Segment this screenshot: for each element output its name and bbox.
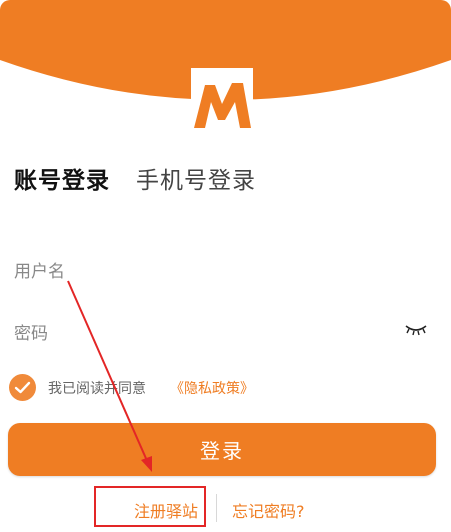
- agree-text: 我已阅读并同意: [48, 381, 146, 397]
- link-divider: [216, 494, 217, 522]
- tab-phone-login[interactable]: 手机号登录: [136, 161, 256, 195]
- username-input[interactable]: 用户名: [14, 257, 434, 291]
- register-link[interactable]: 注册驿站: [134, 498, 198, 522]
- tab-account-login[interactable]: 账号登录: [14, 161, 110, 195]
- app-logo: [191, 68, 253, 130]
- login-button[interactable]: 登录: [8, 423, 436, 476]
- username-placeholder: 用户名: [14, 262, 65, 282]
- m-logo-icon: [194, 83, 251, 128]
- login-screen: 账号登录 手机号登录 用户名 密码 我已阅读并同意 《隐私政策》 登录 注册驿站…: [0, 0, 451, 532]
- agree-checkbox[interactable]: [9, 374, 36, 401]
- password-placeholder: 密码: [14, 324, 48, 344]
- eye-closed-icon[interactable]: [404, 322, 428, 336]
- checkmark-icon: [14, 381, 31, 394]
- forgot-password-link[interactable]: 忘记密码?: [232, 498, 305, 522]
- password-input[interactable]: 密码: [14, 319, 434, 353]
- privacy-policy-link[interactable]: 《隐私政策》: [170, 378, 254, 398]
